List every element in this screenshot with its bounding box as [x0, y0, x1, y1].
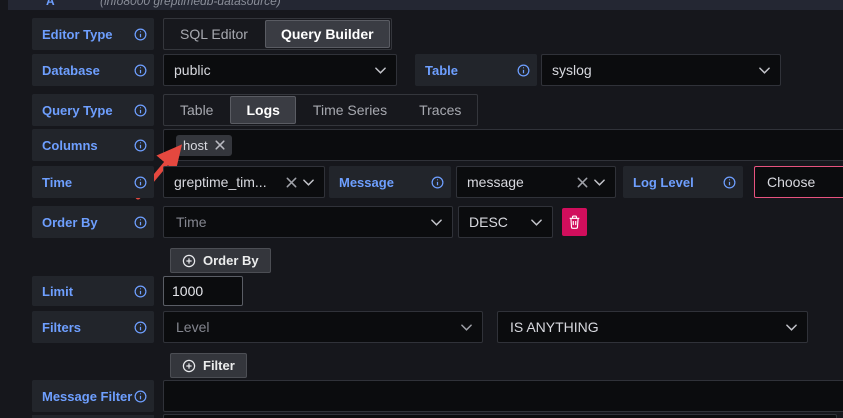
filter-field-select[interactable]: Level	[163, 311, 483, 343]
limit-label-text: Limit	[42, 284, 73, 299]
info-icon[interactable]	[134, 216, 147, 229]
database-select-value: public	[174, 62, 367, 78]
table-label-text: Table	[425, 63, 458, 78]
info-icon[interactable]	[134, 285, 147, 298]
query-type-option-traces[interactable]: Traces	[403, 95, 477, 125]
chevron-down-icon	[531, 219, 542, 226]
filter-field-value: Level	[176, 319, 453, 335]
time-select[interactable]: greptime_tim...	[163, 166, 325, 198]
editor-type-label: Editor Type	[32, 18, 154, 50]
columns-label-text: Columns	[42, 138, 98, 153]
info-icon[interactable]	[134, 104, 147, 117]
message-label-text: Message	[339, 175, 394, 190]
plus-circle-icon	[182, 254, 196, 268]
trash-icon	[568, 215, 581, 229]
message-filter-label: Message Filter	[32, 380, 154, 412]
database-select[interactable]: public	[163, 54, 397, 86]
chevron-down-icon	[375, 67, 386, 74]
message-filter-input[interactable]	[163, 380, 843, 412]
database-label-text: Database	[42, 63, 100, 78]
clear-icon[interactable]	[577, 177, 588, 188]
query-type-label: Query Type	[32, 94, 154, 126]
time-label: Time	[32, 166, 154, 198]
info-icon[interactable]	[134, 28, 147, 41]
chevron-down-icon	[594, 179, 605, 186]
datasource-note: (info8000 greptimedb-datasource)	[100, 0, 281, 10]
query-type-radio-group: Table Logs Time Series Traces	[163, 94, 478, 126]
query-type-option-time-series[interactable]: Time Series	[297, 95, 403, 125]
add-filter-label: Filter	[203, 358, 235, 373]
order-by-field-value: Time	[176, 214, 423, 230]
query-type-option-logs[interactable]: Logs	[230, 96, 295, 124]
message-filter-label-text: Message Filter	[42, 389, 132, 404]
order-by-direction-select[interactable]: DESC	[458, 206, 553, 238]
remove-order-by-button[interactable]	[562, 208, 587, 236]
chevron-down-icon	[461, 324, 472, 331]
info-icon[interactable]	[517, 64, 530, 77]
add-order-by-label: Order By	[203, 253, 259, 268]
filter-operator-value: IS ANYTHING	[510, 319, 778, 335]
chevron-down-icon	[759, 67, 770, 74]
clear-icon[interactable]	[286, 177, 297, 188]
info-icon[interactable]	[431, 176, 444, 189]
columns-label: Columns	[32, 129, 154, 161]
time-label-text: Time	[42, 175, 72, 190]
time-select-value: greptime_tim...	[174, 174, 280, 190]
filters-label-text: Filters	[42, 320, 81, 335]
editor-type-label-text: Editor Type	[42, 27, 113, 42]
info-icon[interactable]	[134, 390, 147, 403]
table-select[interactable]: syslog	[541, 54, 781, 86]
log-level-label-text: Log Level	[633, 175, 694, 190]
query-ref-id: A	[46, 0, 55, 10]
database-label: Database	[32, 54, 154, 86]
close-icon[interactable]	[215, 140, 225, 150]
order-by-label: Order By	[32, 206, 154, 238]
info-icon[interactable]	[134, 64, 147, 77]
limit-label: Limit	[32, 276, 154, 306]
message-select-value: message	[467, 174, 571, 190]
column-tag-label: host	[183, 138, 208, 153]
columns-multiselect[interactable]: host	[163, 129, 843, 161]
editor-type-radio-group: SQL Editor Query Builder	[163, 18, 392, 50]
limit-input-value: 1000	[172, 283, 203, 299]
info-icon[interactable]	[134, 176, 147, 189]
query-row-header: A (info8000 greptimedb-datasource)	[8, 0, 843, 10]
limit-input[interactable]: 1000	[163, 276, 243, 306]
info-icon[interactable]	[134, 321, 147, 334]
message-select[interactable]: message	[456, 166, 616, 198]
order-by-field-select[interactable]: Time	[163, 206, 453, 238]
filters-label: Filters	[32, 311, 154, 343]
order-by-label-text: Order By	[42, 215, 98, 230]
info-icon[interactable]	[134, 139, 147, 152]
log-level-label: Log Level	[623, 166, 743, 198]
chevron-down-icon	[786, 324, 797, 331]
editor-type-option-query-builder[interactable]: Query Builder	[265, 20, 390, 48]
log-level-select-placeholder: Choose	[767, 174, 843, 190]
filter-operator-select[interactable]: IS ANYTHING	[497, 311, 808, 343]
chevron-down-icon	[431, 219, 442, 226]
next-row-input-cutoff	[163, 414, 837, 418]
query-editor: A (info8000 greptimedb-datasource) Edito…	[0, 0, 843, 418]
column-tag-host: host	[176, 135, 232, 156]
add-order-by-button[interactable]: Order By	[170, 248, 271, 273]
chevron-down-icon	[303, 179, 314, 186]
log-level-select[interactable]: Choose	[754, 166, 843, 198]
order-by-direction-value: DESC	[469, 214, 523, 230]
table-select-value: syslog	[552, 62, 751, 78]
info-icon[interactable]	[723, 176, 736, 189]
message-label: Message	[329, 166, 451, 198]
add-filter-button[interactable]: Filter	[170, 353, 247, 378]
table-label: Table	[415, 54, 537, 86]
query-type-label-text: Query Type	[42, 103, 113, 118]
editor-type-option-sql-editor[interactable]: SQL Editor	[164, 19, 264, 49]
query-type-option-table[interactable]: Table	[164, 95, 229, 125]
plus-circle-icon	[182, 359, 196, 373]
